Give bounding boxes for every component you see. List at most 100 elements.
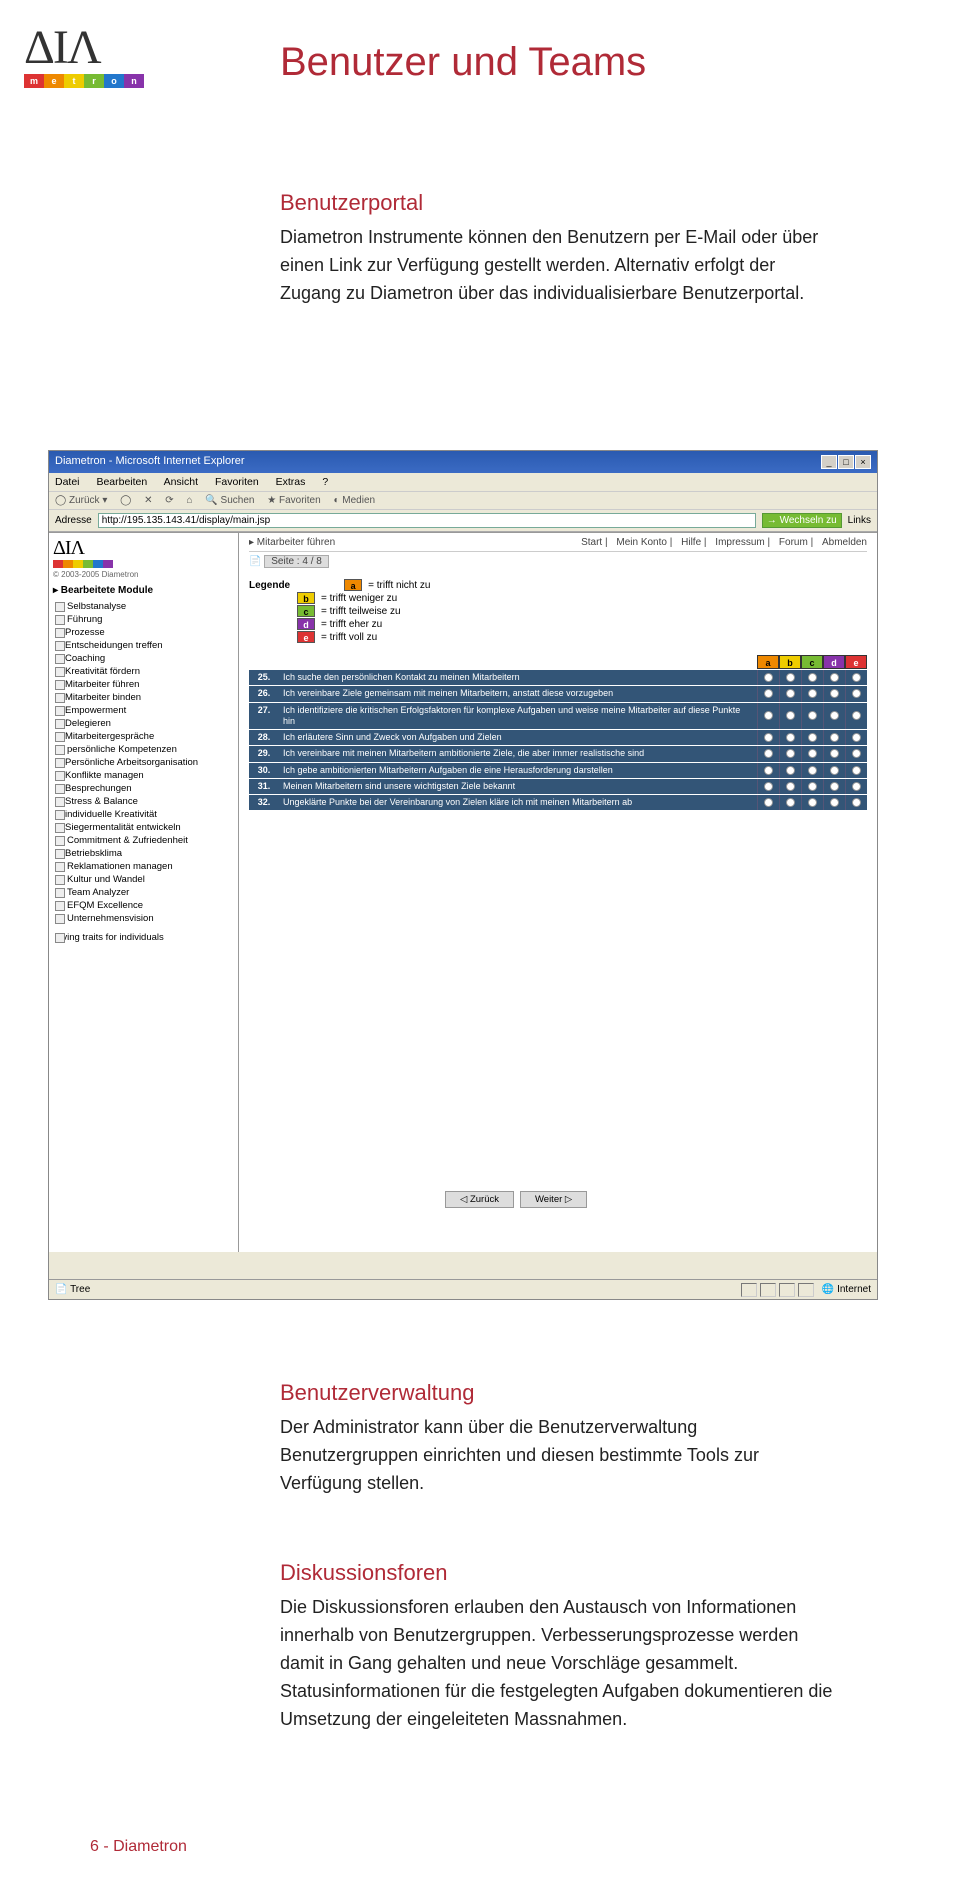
radio-option[interactable] <box>757 686 779 701</box>
tree-item[interactable]: Commitment & Zufriedenheit <box>53 834 234 847</box>
radio-option[interactable] <box>801 730 823 745</box>
radio-option[interactable] <box>779 763 801 778</box>
link-start[interactable]: Start <box>581 537 602 548</box>
radio-option[interactable] <box>757 703 779 730</box>
tree-item[interactable]: Führung <box>53 613 234 626</box>
tb-refresh-icon[interactable]: ⟳ <box>165 495 173 506</box>
tb-stop-icon[interactable]: ✕ <box>144 495 152 506</box>
tree-item[interactable]: persönliche Kompetenzen <box>53 743 234 756</box>
tree-subitem[interactable]: Kreativität fördern <box>53 665 234 678</box>
radio-option[interactable] <box>845 730 867 745</box>
link-abmelden[interactable]: Abmelden <box>822 537 867 548</box>
tree-item[interactable]: Unternehmensvision <box>53 912 234 925</box>
radio-option[interactable] <box>845 703 867 730</box>
tree-subitem[interactable]: Besprechungen <box>53 782 234 795</box>
radio-option[interactable] <box>779 779 801 794</box>
question-table-head: a b c d e <box>249 655 867 669</box>
tree-item[interactable]: Team Analyzer <box>53 886 234 899</box>
menu-datei[interactable]: Datei <box>55 476 80 488</box>
link-hilfe[interactable]: Hilfe <box>681 537 701 548</box>
tree-subitem[interactable]: Konflikte managen <box>53 769 234 782</box>
tree-subitem[interactable]: Coaching <box>53 652 234 665</box>
radio-option[interactable] <box>801 703 823 730</box>
radio-option[interactable] <box>779 795 801 810</box>
link-impressum[interactable]: Impressum <box>715 537 764 548</box>
radio-option[interactable] <box>801 686 823 701</box>
tb-home-icon[interactable]: ⌂ <box>186 495 192 506</box>
radio-option[interactable] <box>801 795 823 810</box>
nav-forward-button[interactable]: Weiter ▷ <box>520 1191 587 1208</box>
tree-item[interactable]: EFQM Excellence <box>53 899 234 912</box>
address-input[interactable] <box>98 513 756 528</box>
radio-option[interactable] <box>801 779 823 794</box>
tb-medien[interactable]: ◐ Medien <box>333 495 375 506</box>
tree-subitem[interactable]: Persönliche Arbeitsorganisation <box>53 756 234 769</box>
radio-option[interactable] <box>779 686 801 701</box>
radio-option[interactable] <box>779 703 801 730</box>
tree-item[interactable]: Selbstanalyse <box>53 600 234 613</box>
tb-fwd-icon[interactable]: ◯ <box>120 495 131 506</box>
tree-item[interactable]: Kultur und Wandel <box>53 873 234 886</box>
tree-subitem[interactable]: Mitarbeiter binden <box>53 691 234 704</box>
tree-subitem[interactable]: Siegermentalität entwickeln <box>53 821 234 834</box>
radio-option[interactable] <box>757 763 779 778</box>
radio-option[interactable] <box>801 746 823 761</box>
tree-subitem[interactable]: Mitarbeitergespräche <box>53 730 234 743</box>
tree-item[interactable]: Reklamationen managen <box>53 860 234 873</box>
browser-toolbar[interactable]: ◯ Zurück ▾ ◯ ✕ ⟳ ⌂ 🔍 Suchen ★ Favoriten … <box>49 492 877 510</box>
radio-option[interactable] <box>823 746 845 761</box>
link-forum[interactable]: Forum <box>779 537 808 548</box>
radio-option[interactable] <box>845 795 867 810</box>
radio-option[interactable] <box>845 779 867 794</box>
crumb-path[interactable]: ▸ Mitarbeiter führen <box>249 537 335 548</box>
question-radios <box>757 686 867 701</box>
radio-option[interactable] <box>779 730 801 745</box>
menu-help[interactable]: ? <box>322 476 328 488</box>
tree-subitem[interactable]: Empowerment <box>53 704 234 717</box>
radio-option[interactable] <box>801 763 823 778</box>
radio-option[interactable] <box>823 686 845 701</box>
radio-option[interactable] <box>757 746 779 761</box>
tree-subitem[interactable]: Mitarbeiter führen <box>53 678 234 691</box>
nav-back-button[interactable]: ◁ Zurück <box>445 1191 514 1208</box>
tb-favoriten[interactable]: ★ Favoriten <box>267 495 320 506</box>
tree-subitem[interactable]: individuelle Kreativität <box>53 808 234 821</box>
radio-option[interactable] <box>757 670 779 685</box>
tree-subitem[interactable]: Prozesse <box>53 626 234 639</box>
sidebar-footer-item[interactable]: Living traits for individuals <box>53 931 234 944</box>
tb-search[interactable]: 🔍 Suchen <box>205 495 254 506</box>
radio-option[interactable] <box>823 763 845 778</box>
link-meinkonto[interactable]: Mein Konto <box>616 537 667 548</box>
menu-favoriten[interactable]: Favoriten <box>215 476 259 488</box>
radio-option[interactable] <box>757 730 779 745</box>
radio-option[interactable] <box>779 670 801 685</box>
radio-option[interactable] <box>823 730 845 745</box>
radio-option[interactable] <box>823 795 845 810</box>
sidebar-modules-head[interactable]: ▸ Bearbeitete Module <box>53 585 234 596</box>
menu-ansicht[interactable]: Ansicht <box>164 476 198 488</box>
links-label[interactable]: Links <box>848 515 871 526</box>
tree-subitem[interactable]: Stress & Balance <box>53 795 234 808</box>
radio-option[interactable] <box>801 670 823 685</box>
radio-option[interactable] <box>845 686 867 701</box>
tree-subitem[interactable]: Entscheidungen treffen <box>53 639 234 652</box>
menu-extras[interactable]: Extras <box>276 476 306 488</box>
tree-subitem[interactable]: Betriebsklima <box>53 847 234 860</box>
tb-back[interactable]: ◯ Zurück ▾ <box>55 495 107 506</box>
go-button[interactable]: → Wechseln zu <box>762 513 842 528</box>
col-d: d <box>823 655 845 669</box>
menu-bearbeiten[interactable]: Bearbeiten <box>96 476 147 488</box>
radio-option[interactable] <box>845 670 867 685</box>
logo-bar-n: n <box>124 74 144 88</box>
radio-option[interactable] <box>845 763 867 778</box>
radio-option[interactable] <box>823 779 845 794</box>
radio-option[interactable] <box>779 746 801 761</box>
radio-option[interactable] <box>823 670 845 685</box>
radio-option[interactable] <box>757 779 779 794</box>
radio-option[interactable] <box>845 746 867 761</box>
tree-subitem[interactable]: Delegieren <box>53 717 234 730</box>
window-buttons[interactable]: _□× <box>820 455 871 469</box>
radio-option[interactable] <box>823 703 845 730</box>
radio-option[interactable] <box>757 795 779 810</box>
browser-menubar[interactable]: Datei Bearbeiten Ansicht Favoriten Extra… <box>49 473 877 492</box>
